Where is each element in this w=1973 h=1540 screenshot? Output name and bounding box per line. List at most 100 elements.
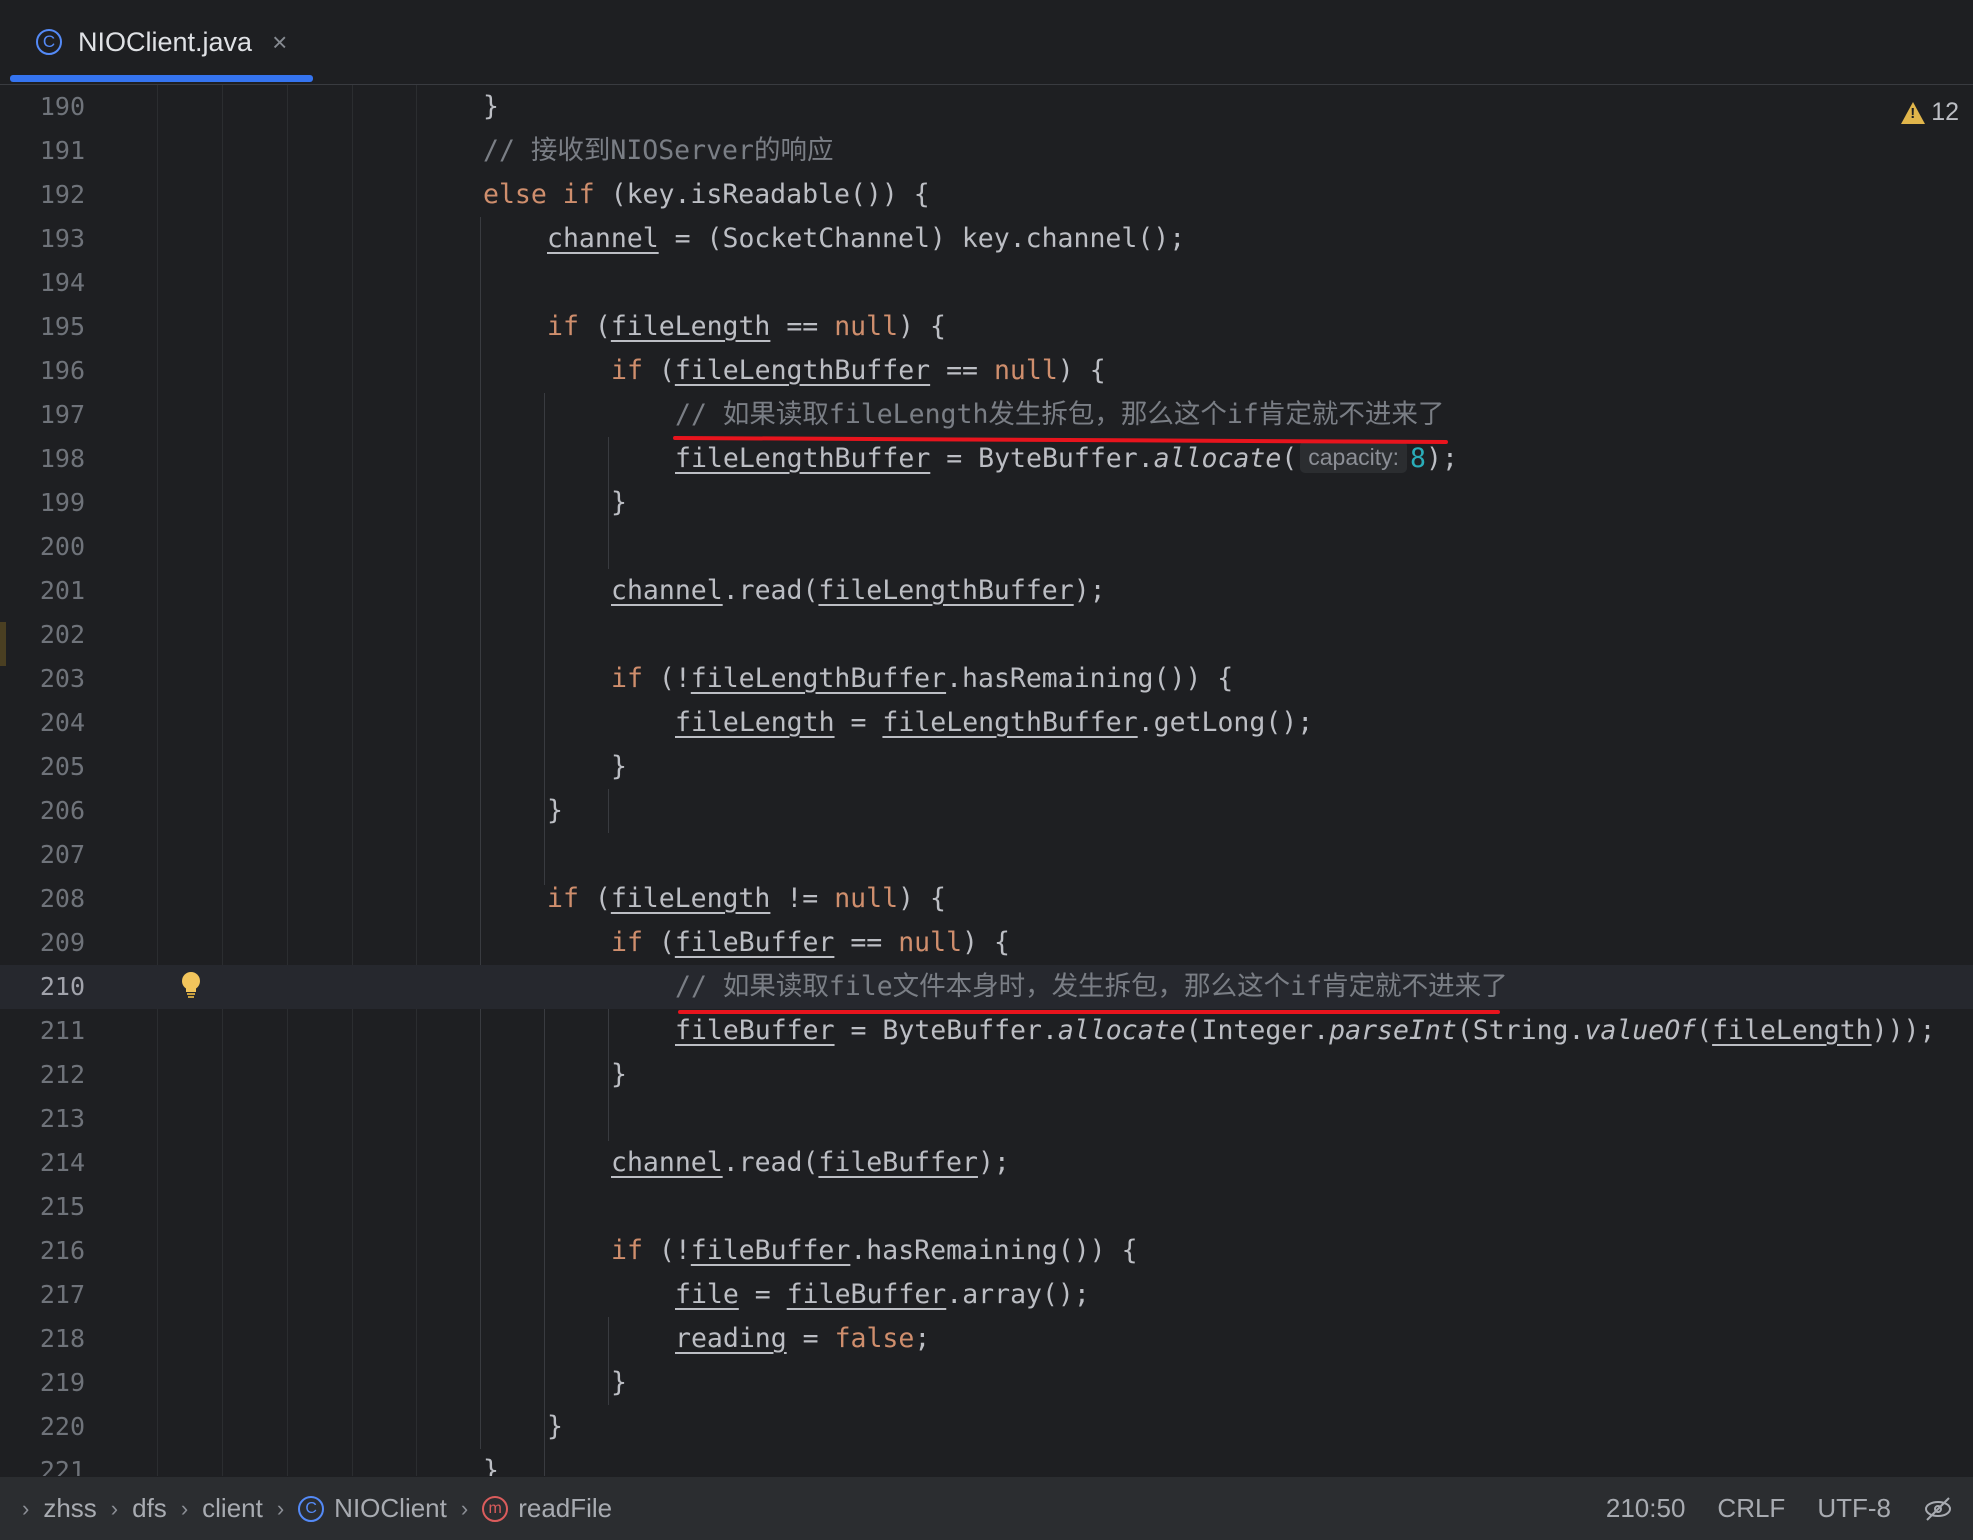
- code-line[interactable]: 212}: [0, 1053, 1973, 1097]
- code-line[interactable]: 209 if (fileBuffer == null) {: [0, 921, 1973, 965]
- code-line[interactable]: 220}: [0, 1405, 1973, 1449]
- code-line[interactable]: 215: [0, 1185, 1973, 1229]
- code-line[interactable]: 219}: [0, 1361, 1973, 1405]
- editor-tab-bar: C NIOClient.java ×: [0, 0, 1973, 85]
- line-number[interactable]: 205: [10, 745, 85, 789]
- code-line[interactable]: 192 else if (key.isReadable()) {: [0, 173, 1973, 217]
- close-icon[interactable]: ×: [272, 27, 287, 58]
- line-number[interactable]: 209: [10, 921, 85, 965]
- line-number[interactable]: 196: [10, 349, 85, 393]
- breadcrumb-readfile[interactable]: readFile: [518, 1493, 612, 1524]
- breadcrumb-client[interactable]: client: [202, 1493, 263, 1524]
- line-number[interactable]: 217: [10, 1273, 85, 1317]
- line-number[interactable]: 191: [10, 129, 85, 173]
- line-number[interactable]: 203: [10, 657, 85, 701]
- line-number[interactable]: 193: [10, 217, 85, 261]
- code-line[interactable]: 218 reading = false;: [0, 1317, 1973, 1361]
- code-line[interactable]: 210 // 如果读取file文件本身时，发生拆包，那么这个if肯定就不进来了: [0, 965, 1973, 1009]
- code-token: .hasRemaining()) {: [946, 663, 1234, 694]
- code-token: (: [1696, 1015, 1713, 1046]
- line-number[interactable]: 202: [10, 613, 85, 657]
- code-token: ==: [770, 311, 835, 342]
- code-line[interactable]: 194: [0, 261, 1973, 305]
- line-number[interactable]: 198: [10, 437, 85, 481]
- code-line[interactable]: 199}: [0, 481, 1973, 525]
- line-number[interactable]: 213: [10, 1097, 85, 1141]
- code-line[interactable]: 217 file = fileBuffer.array();: [0, 1273, 1973, 1317]
- file-encoding[interactable]: UTF-8: [1817, 1493, 1891, 1524]
- variable-token: channel: [611, 575, 723, 606]
- variable-token: file: [675, 1279, 739, 1310]
- code-token: (!: [642, 1235, 691, 1266]
- method-token: valueOf: [1584, 1015, 1697, 1046]
- code-line[interactable]: 191 // 接收到NIOServer的响应: [0, 129, 1973, 173]
- code-line[interactable]: 211 fileBuffer = ByteBuffer.allocate(Inte…: [0, 1009, 1973, 1053]
- hidden-eye-icon[interactable]: [1923, 1494, 1953, 1524]
- line-number[interactable]: 201: [10, 569, 85, 613]
- code-line[interactable]: 216 if (!fileBuffer.hasRemaining()) {: [0, 1229, 1973, 1273]
- code-line[interactable]: 203 if (!fileLengthBuffer.hasRemaining())…: [0, 657, 1973, 701]
- line-number[interactable]: 218: [10, 1317, 85, 1361]
- code-line[interactable]: 196 if (fileLengthBuffer == null) {: [0, 349, 1973, 393]
- code-token: .hasRemaining()) {: [850, 1235, 1138, 1266]
- code-line[interactable]: 207: [0, 833, 1973, 877]
- line-number[interactable]: 219: [10, 1361, 85, 1405]
- code-token: (: [1281, 443, 1298, 474]
- code-text: channel.read(fileLengthBuffer);: [611, 569, 1106, 613]
- red-underline-annotation: [678, 1010, 1500, 1014]
- code-line[interactable]: 190}: [0, 85, 1973, 129]
- lightbulb-icon[interactable]: [180, 970, 202, 1000]
- breadcrumb-zhss[interactable]: zhss: [43, 1493, 96, 1524]
- line-number[interactable]: 200: [10, 525, 85, 569]
- line-number[interactable]: 216: [10, 1229, 85, 1273]
- code-line[interactable]: 208 if (fileLength != null) {: [0, 877, 1973, 921]
- line-number[interactable]: 192: [10, 173, 85, 217]
- code-text: if (fileLength == null) {: [547, 305, 946, 349]
- line-number[interactable]: 204: [10, 701, 85, 745]
- line-number[interactable]: 221: [10, 1449, 85, 1476]
- code-editor[interactable]: 190} 191// 接收到NIOServer的响应 192 else if (key…: [0, 85, 1973, 1476]
- line-number[interactable]: 220: [10, 1405, 85, 1449]
- code-text: // 如果读取fileLength发生拆包，那么这个if肯定就不进来了: [675, 393, 1444, 437]
- line-number[interactable]: 207: [10, 833, 85, 877]
- line-number[interactable]: 208: [10, 877, 85, 921]
- code-token: ==: [930, 355, 994, 386]
- code-line[interactable]: 197 // 如果读取fileLength发生拆包，那么这个if肯定就不进来了: [0, 393, 1973, 437]
- line-number[interactable]: 210: [10, 965, 85, 1009]
- code-line[interactable]: 213: [0, 1097, 1973, 1141]
- variable-token: fileLength: [610, 883, 771, 914]
- variable-token: fileLength: [675, 707, 835, 738]
- code-line[interactable]: 204 fileLength = fileLengthBuffer.getLong…: [0, 701, 1973, 745]
- line-number[interactable]: 214: [10, 1141, 85, 1185]
- code-token: }: [547, 795, 563, 826]
- code-token: ;: [914, 1323, 931, 1354]
- code-line[interactable]: 221}: [0, 1449, 1973, 1476]
- code-line[interactable]: 195 if (fileLength == null) {: [0, 305, 1973, 349]
- caret-position[interactable]: 210:50: [1606, 1493, 1686, 1524]
- breadcrumb-dfs[interactable]: dfs: [132, 1493, 167, 1524]
- code-line[interactable]: 202: [0, 613, 1973, 657]
- line-number[interactable]: 215: [10, 1185, 85, 1229]
- line-number[interactable]: 190: [10, 85, 85, 129]
- code-line[interactable]: 201 channel.read(fileLengthBuffer);: [0, 569, 1973, 613]
- line-number[interactable]: 199: [10, 481, 85, 525]
- code-line[interactable]: 214 channel.read(fileBuffer);: [0, 1141, 1973, 1185]
- line-number[interactable]: 194: [10, 261, 85, 305]
- line-number[interactable]: 195: [10, 305, 85, 349]
- line-number[interactable]: 211: [10, 1009, 85, 1053]
- line-separator[interactable]: CRLF: [1717, 1493, 1785, 1524]
- code-text: else if (key.isReadable()) {: [483, 173, 930, 217]
- code-line[interactable]: 198 fileLengthBuffer = ByteBuffer.allocat…: [0, 437, 1973, 481]
- code-line[interactable]: 200: [0, 525, 1973, 569]
- class-c-icon: C: [36, 29, 62, 55]
- code-line[interactable]: 193 channel = (SocketChannel) key.channel…: [0, 217, 1973, 261]
- line-number[interactable]: 212: [10, 1053, 85, 1097]
- code-token: .getLong();: [1137, 707, 1314, 738]
- line-number[interactable]: 206: [10, 789, 85, 833]
- code-token: = (SocketChannel) key.channel();: [658, 223, 1186, 254]
- tab-nioclient-java[interactable]: C NIOClient.java ×: [10, 0, 313, 84]
- code-line[interactable]: 206}: [0, 789, 1973, 833]
- line-number[interactable]: 197: [10, 393, 85, 437]
- breadcrumb-nioclient[interactable]: NIOClient: [334, 1493, 447, 1524]
- code-line[interactable]: 205}: [0, 745, 1973, 789]
